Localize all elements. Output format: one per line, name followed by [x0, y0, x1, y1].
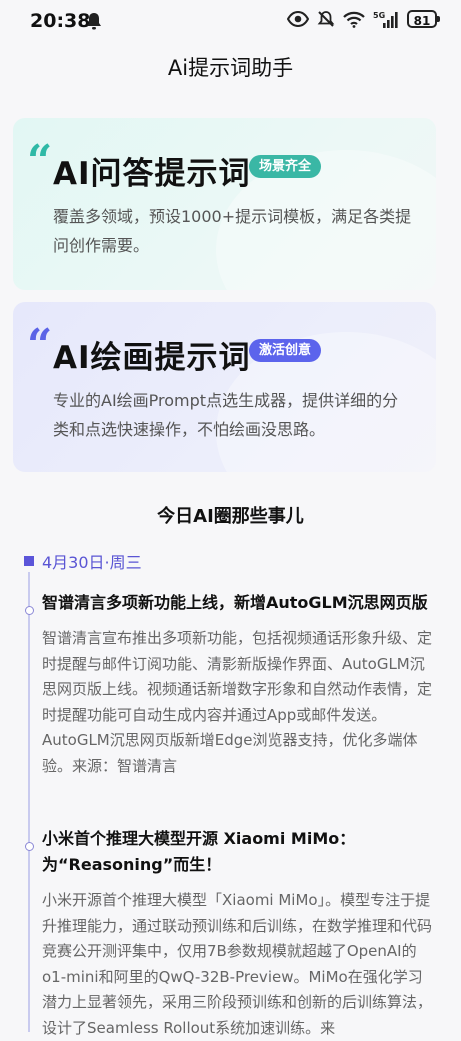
- card-description: 覆盖多领域，预设1000+提示词模板，满足各类提问创作需要。: [53, 207, 412, 255]
- date-marker-icon: [24, 556, 34, 566]
- card-badge: 场景齐全: [249, 155, 322, 178]
- notification-bell-icon: [87, 13, 101, 30]
- battery-icon: 81: [407, 10, 440, 28]
- quote-icon: “: [27, 136, 53, 187]
- eye-icon: [287, 11, 309, 27]
- timeline-line: [28, 572, 30, 1032]
- news-body: 小米开源首个推理大模型「Xiaomi MiMo」。模型专注于提升推理能力，通过联…: [42, 891, 433, 1037]
- news-item[interactable]: 智谱清言多项新功能上线，新增AutoGLM沉思网页版 智谱清言宣布推出多项新功能…: [25, 590, 437, 779]
- news-item[interactable]: 小米首个推理大模型开源 Xiaomi MiMo：为“Reasoning”而生！ …: [25, 826, 437, 1041]
- news-body: 智谱清言宣布推出多项新功能，包括视频通话形象升级、定时提醒与邮件订阅功能、清影新…: [42, 629, 433, 775]
- mute-icon: [317, 11, 335, 27]
- card-badge: 激活创意: [249, 339, 322, 362]
- drawing-prompt-card[interactable]: “ AI绘画提示词 激活创意 专业的AI绘画Prompt点选生成器，提供详细的分…: [13, 302, 436, 472]
- timeline-date: 4月30日·周三: [24, 549, 142, 573]
- qa-prompt-card[interactable]: “ AI问答提示词 场景齐全 覆盖多领域，预设1000+提示词模板，满足各类提问…: [13, 118, 436, 290]
- card-description: 专业的AI绘画Prompt点选生成器，提供详细的分类和点选快速操作，不怕绘画没思…: [53, 391, 399, 439]
- date-label: 4月30日·周三: [42, 553, 142, 572]
- news-title: 智谱清言多项新功能上线，新增AutoGLM沉思网页版: [42, 593, 428, 612]
- news-section-title: 今日AI圈那些事儿: [157, 506, 304, 527]
- status-icons: 5G 81: [287, 10, 440, 28]
- status-time: 20:38: [30, 10, 91, 32]
- timeline-dot-icon: [25, 842, 34, 851]
- news-title: 小米首个推理大模型开源 Xiaomi MiMo：为“Reasoning”而生！: [42, 829, 356, 874]
- page-title: Ai提示词助手: [167, 56, 294, 80]
- card-title: AI问答提示词: [53, 156, 251, 192]
- battery-level: 81: [413, 14, 431, 28]
- wifi-icon: [343, 11, 365, 28]
- status-bar: 20:38 5G 81: [0, 0, 461, 44]
- timeline-dot-icon: [25, 606, 34, 615]
- network-label: 5G: [373, 11, 385, 20]
- quote-icon: “: [27, 320, 53, 371]
- signal-icon: 5G: [373, 11, 398, 28]
- card-title: AI绘画提示词: [53, 340, 251, 376]
